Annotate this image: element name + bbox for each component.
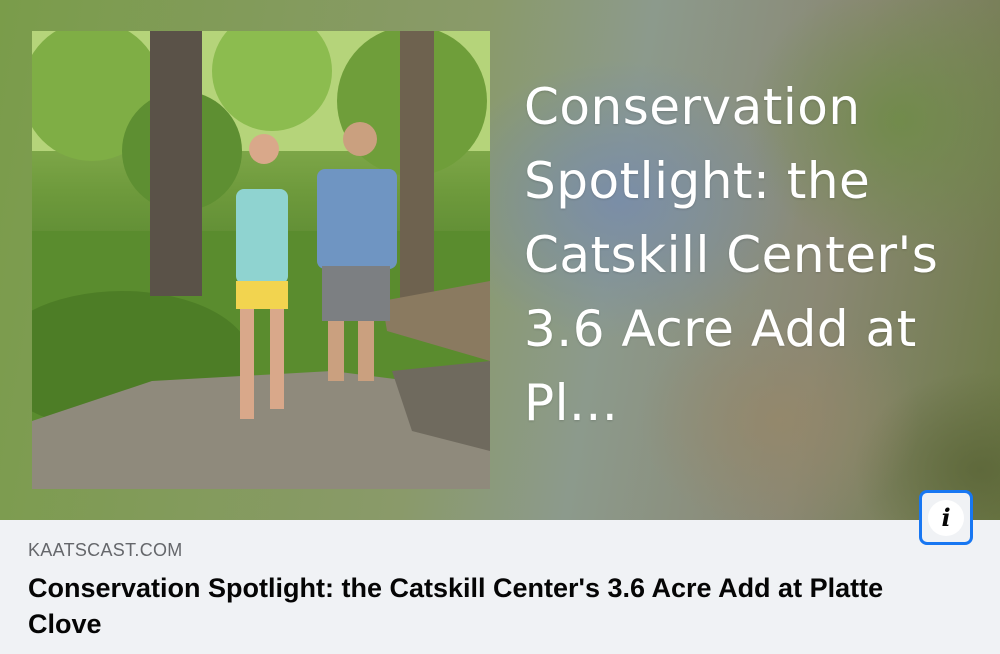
preview-overlay-title: Conservation Spotlight: the Catskill Cen… — [524, 78, 939, 432]
photo-illustration — [32, 31, 490, 489]
link-preview-image[interactable]: Conservation Spotlight: the Catskill Cen… — [0, 0, 1000, 520]
link-title[interactable]: Conservation Spotlight: the Catskill Cen… — [28, 570, 928, 642]
link-preview-meta[interactable]: KAATSCAST.COM Conservation Spotlight: th… — [0, 520, 1000, 654]
info-button[interactable]: i — [919, 490, 973, 545]
link-preview-card[interactable]: Conservation Spotlight: the Catskill Cen… — [0, 0, 1000, 654]
photo-two-people-in-forest — [32, 31, 490, 489]
link-domain: KAATSCAST.COM — [28, 540, 183, 560]
info-icon: i — [928, 499, 964, 536]
